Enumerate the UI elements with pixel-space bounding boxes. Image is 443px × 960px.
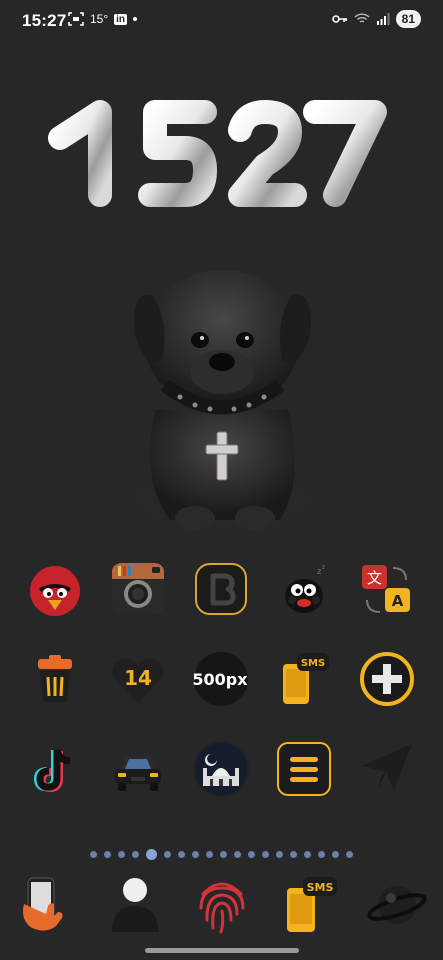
sms-dock-icon[interactable]: SMS	[279, 874, 341, 936]
app-row-3	[26, 740, 416, 798]
clock-digits	[48, 100, 387, 207]
wifi-icon	[354, 13, 370, 23]
page-dot[interactable]	[276, 851, 283, 858]
menu-lines-icon[interactable]	[275, 740, 333, 798]
linkedin-icon: in	[114, 13, 128, 25]
svg-text:z: z	[317, 567, 321, 576]
phone-hand-icon[interactable]	[16, 874, 78, 936]
translate-glyph-target: A	[392, 592, 404, 610]
page-dot[interactable]	[90, 851, 97, 858]
weather-temp: 15°	[90, 12, 109, 26]
svg-text:z: z	[322, 564, 325, 571]
app-row-1: z z 文 A	[26, 560, 416, 618]
paper-plane-icon[interactable]	[358, 740, 416, 798]
contacts-person-icon[interactable]	[104, 874, 166, 936]
page-dot[interactable]	[220, 851, 227, 858]
angry-bird-icon[interactable]	[26, 560, 84, 618]
sms-phone-icon[interactable]: SMS	[275, 650, 333, 708]
page-dot[interactable]	[304, 851, 311, 858]
page-dot[interactable]	[192, 851, 199, 858]
wallpaper-puppy	[110, 250, 335, 540]
page-dot[interactable]	[290, 851, 297, 858]
page-dot[interactable]	[118, 851, 125, 858]
page-dot[interactable]	[132, 851, 139, 858]
page-dot[interactable]	[178, 851, 185, 858]
page-dot[interactable]	[164, 851, 171, 858]
key-icon	[331, 15, 347, 23]
page-dot[interactable]	[234, 851, 241, 858]
fingerprint-icon[interactable]	[191, 874, 253, 936]
tiktok-icon[interactable]	[26, 740, 84, 798]
page-dot[interactable]	[104, 851, 111, 858]
page-dot[interactable]	[262, 851, 269, 858]
sms-dock-label: SMS	[306, 881, 333, 894]
status-right-icons: 81	[331, 10, 421, 28]
status-bar: 15:27 15° in 81	[0, 0, 443, 40]
translate-glyph-source: 文	[367, 569, 382, 587]
page-dot[interactable]	[332, 851, 339, 858]
car-icon[interactable]	[109, 740, 167, 798]
trash-icon[interactable]	[26, 650, 84, 708]
planet-icon[interactable]	[366, 874, 428, 936]
page-dot[interactable]	[318, 851, 325, 858]
app-row-2: 14 500px SMS	[26, 650, 416, 708]
signal-icon	[376, 13, 390, 25]
500px-label: 500px	[192, 670, 248, 689]
sms-label: SMS	[301, 658, 325, 669]
instagram-icon[interactable]	[109, 560, 167, 618]
page-dot[interactable]	[346, 851, 353, 858]
fourteen-label: 14	[124, 666, 152, 690]
app-grid: z z 文 A 14 500px SMS	[26, 560, 416, 830]
battery-indicator: 81	[395, 10, 421, 28]
500px-icon[interactable]: 500px	[192, 650, 250, 708]
fourteen-heart-icon[interactable]: 14	[109, 650, 167, 708]
notification-dot-icon	[133, 17, 138, 21]
gesture-navigation-bar[interactable]	[145, 948, 299, 953]
puppy-illustration	[112, 270, 332, 530]
page-dot-active[interactable]	[146, 849, 157, 860]
screen-capture-icon	[68, 12, 84, 26]
plus-cross-icon[interactable]	[358, 650, 416, 708]
dock: SMS	[16, 874, 428, 936]
clock-widget[interactable]	[0, 90, 443, 215]
translate-icon[interactable]: 文 A	[358, 560, 416, 618]
blogger-icon[interactable]	[192, 560, 250, 618]
page-indicator[interactable]	[0, 849, 443, 860]
status-left-icons: 15° in	[68, 12, 138, 26]
monster-icon[interactable]: z z	[275, 560, 333, 618]
status-time: 15:27	[22, 11, 67, 30]
page-dot[interactable]	[206, 851, 213, 858]
mosque-icon[interactable]	[192, 740, 250, 798]
page-dot[interactable]	[248, 851, 255, 858]
